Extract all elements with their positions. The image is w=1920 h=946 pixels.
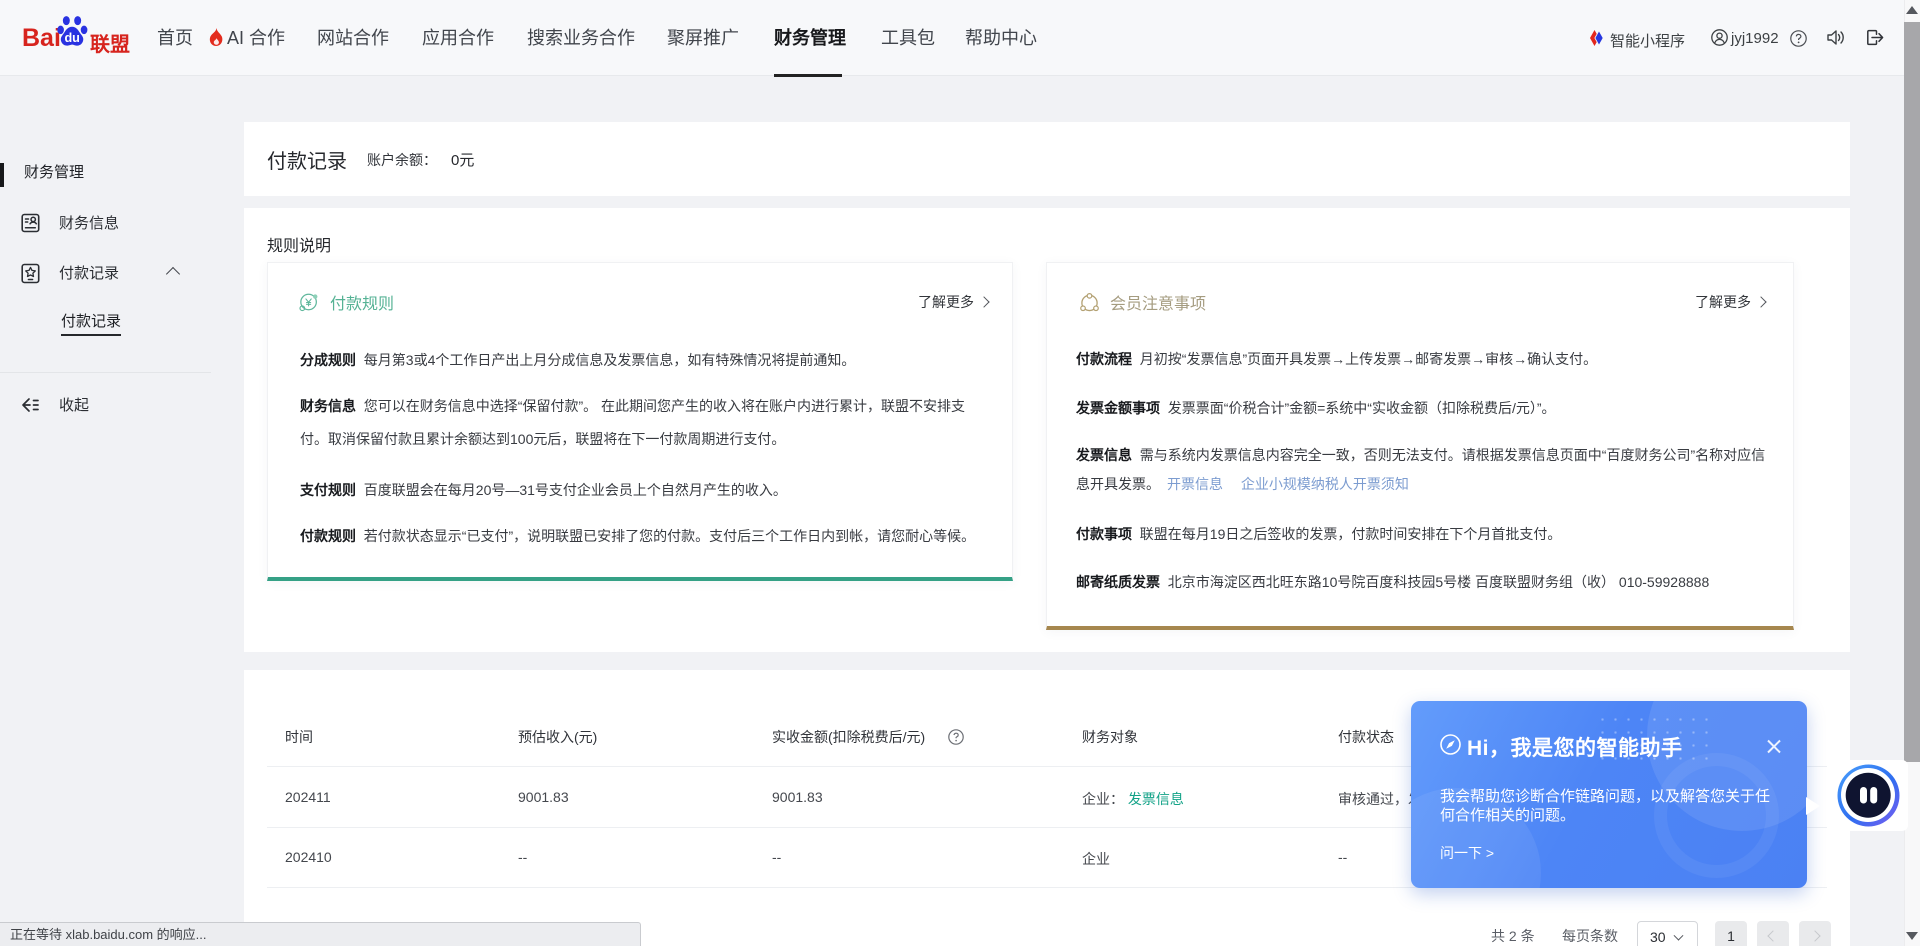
svg-text:du: du <box>64 31 79 45</box>
